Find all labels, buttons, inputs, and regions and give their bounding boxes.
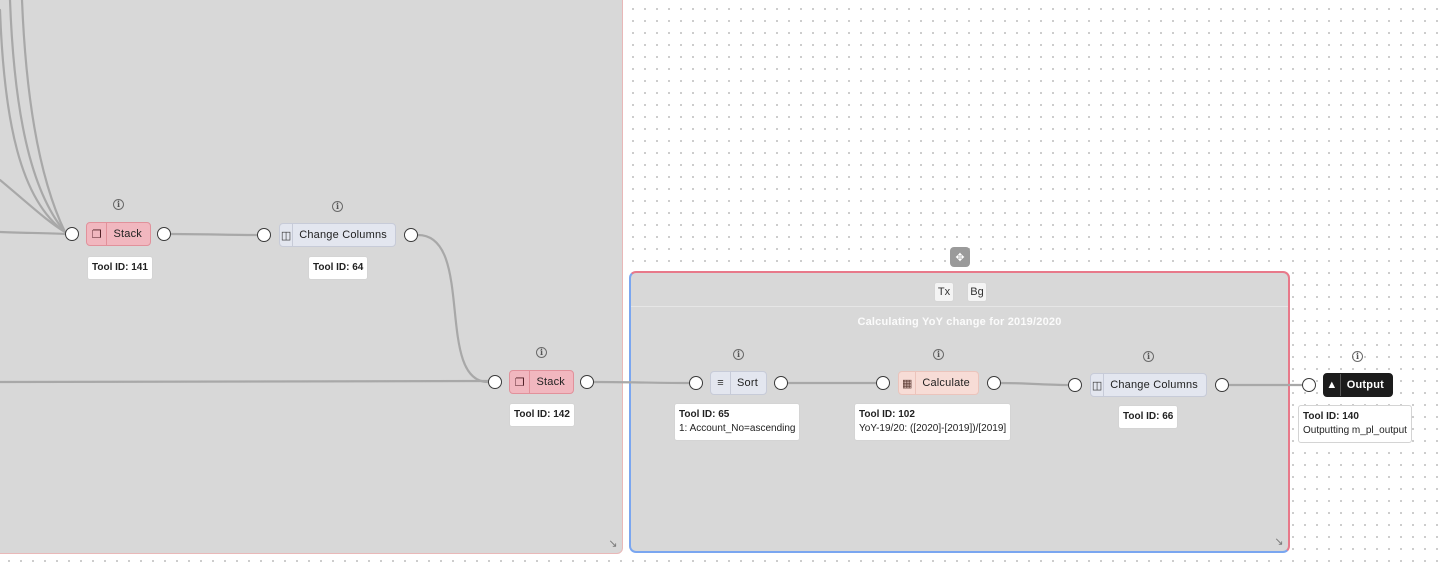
input-port[interactable] [1302, 378, 1316, 392]
text-style-button[interactable]: Tx [934, 282, 954, 302]
output-port[interactable] [157, 227, 171, 241]
tool-label: Change Columns [1110, 379, 1198, 391]
background-style-button[interactable]: Bg [967, 282, 987, 302]
tool-detail: Outputting m_pl_output [1303, 425, 1407, 436]
output-port[interactable] [1215, 378, 1229, 392]
tool-detail: YoY-19/20: ([2020]-[2019])/[2019] [859, 423, 1007, 434]
tool-annotation: Tool ID: 64 [308, 256, 369, 280]
input-port[interactable] [689, 376, 703, 390]
output-port[interactable] [987, 376, 1001, 390]
container-divider [631, 306, 1288, 307]
tool-annotation: Tool ID: 66 [1118, 405, 1179, 429]
sort-icon: ≡ [711, 372, 732, 394]
tool-label: Stack [113, 228, 142, 240]
tool-label: Sort [737, 377, 758, 389]
tool-id-label: Tool ID: 140 [1303, 411, 1359, 422]
tool-id-label: Tool ID: 65 [679, 409, 730, 420]
tool-id-label: Tool ID: 141 [92, 262, 148, 273]
change-columns-tool-64[interactable]: ◫ Change Columns [279, 223, 396, 247]
info-icon[interactable]: i [733, 349, 744, 360]
tool-annotation: Tool ID: 65 1: Account_No=ascending [674, 403, 801, 441]
input-port[interactable] [1068, 378, 1082, 392]
tool-detail: 1: Account_No=ascending [679, 423, 796, 434]
tool-id-label: Tool ID: 64 [313, 262, 364, 273]
output-tool-140[interactable]: ▲ Output [1323, 373, 1393, 397]
tool-id-label: Tool ID: 142 [514, 409, 570, 420]
columns-icon: ◫ [280, 224, 294, 246]
input-port[interactable] [488, 375, 502, 389]
tool-label: Stack [536, 376, 565, 388]
input-port[interactable] [876, 376, 890, 390]
stack-tool-142[interactable]: ❐ Stack [509, 370, 574, 394]
info-icon[interactable]: i [332, 201, 343, 212]
tool-annotation: Tool ID: 102 YoY-19/20: ([2020]-[2019])/… [854, 403, 1012, 441]
tool-label: Output [1346, 379, 1384, 391]
calculate-tool-102[interactable]: ▦ Calculate [898, 371, 979, 395]
tool-annotation: Tool ID: 141 [87, 256, 153, 280]
stack-icon: ❐ [510, 371, 531, 393]
move-handle-icon[interactable]: ✥ [950, 247, 970, 267]
tool-id-label: Tool ID: 66 [1123, 411, 1174, 422]
resize-handle-icon[interactable]: ↘ [607, 538, 619, 550]
upload-icon: ▲ [1324, 374, 1341, 396]
info-icon[interactable]: i [536, 347, 547, 358]
columns-icon: ◫ [1091, 374, 1105, 396]
info-icon[interactable]: i [113, 199, 124, 210]
tool-label: Calculate [922, 377, 970, 389]
info-icon[interactable]: i [1352, 351, 1363, 362]
tool-id-label: Tool ID: 102 [859, 409, 915, 420]
info-icon[interactable]: i [933, 349, 944, 360]
stack-tool-141[interactable]: ❐ Stack [86, 222, 151, 246]
output-port[interactable] [774, 376, 788, 390]
change-columns-tool-66[interactable]: ◫ Change Columns [1090, 373, 1207, 397]
stack-icon: ❐ [87, 223, 108, 245]
resize-handle-icon[interactable]: ↘ [1273, 536, 1285, 548]
input-port[interactable] [65, 227, 79, 241]
output-port[interactable] [580, 375, 594, 389]
input-port[interactable] [257, 228, 271, 242]
container-title[interactable]: Calculating YoY change for 2019/2020 [631, 316, 1288, 328]
info-icon[interactable]: i [1143, 351, 1154, 362]
tool-annotation: Tool ID: 142 [509, 403, 575, 427]
sort-tool-65[interactable]: ≡ Sort [710, 371, 767, 395]
tool-label: Change Columns [299, 229, 387, 241]
output-port[interactable] [404, 228, 418, 242]
tool-annotation: Tool ID: 140 Outputting m_pl_output [1298, 405, 1412, 443]
calculator-icon: ▦ [899, 372, 917, 394]
